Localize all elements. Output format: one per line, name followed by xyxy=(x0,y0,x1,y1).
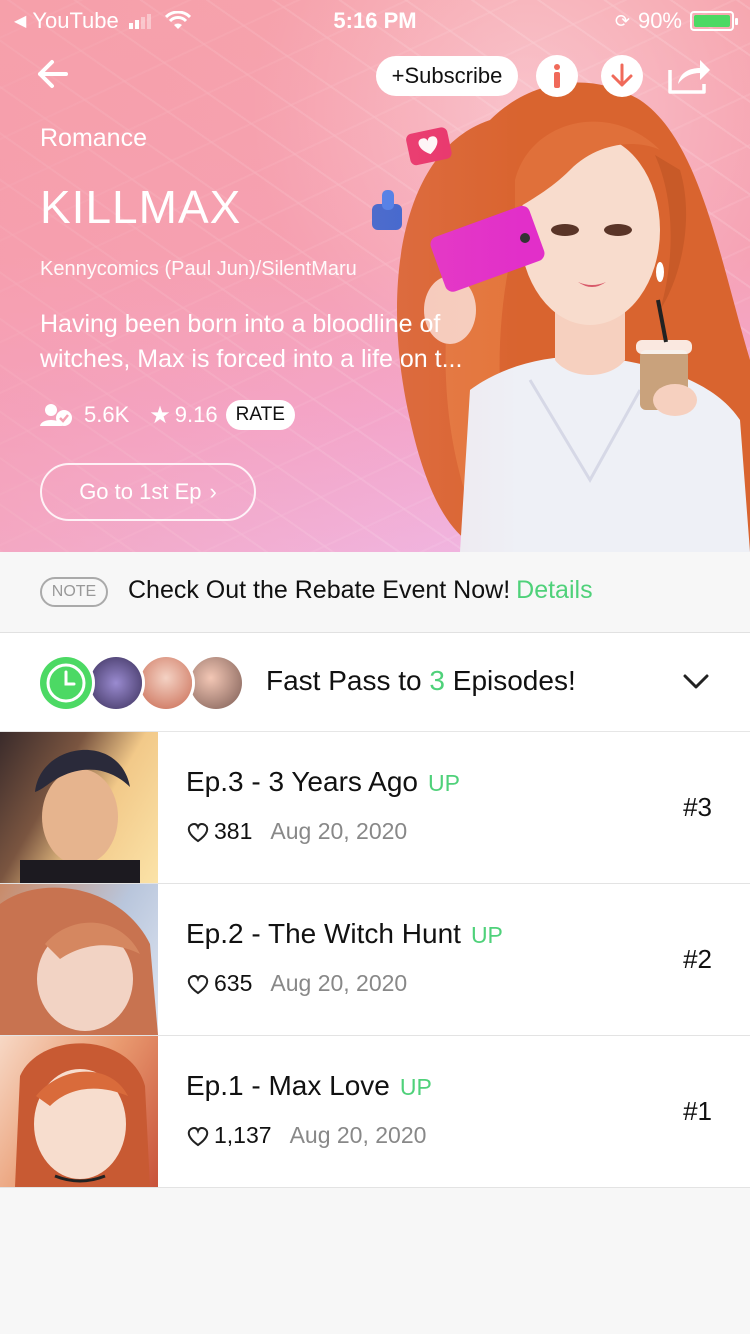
episode-meta: 635 Aug 20, 2020 xyxy=(186,970,407,997)
back-arrow-icon[interactable] xyxy=(32,52,76,96)
episode-avatar-1 xyxy=(90,657,142,709)
up-badge: UP xyxy=(470,922,503,948)
genre-label: Romance xyxy=(40,124,147,152)
episode-row-3[interactable]: Ep.3 - 3 Years Ago UP 381 Aug 20, 2020 #3 xyxy=(0,732,750,884)
rating-value: 9.16 xyxy=(174,402,218,427)
go-to-first-episode-button[interactable]: Go to 1st Ep › xyxy=(40,463,256,521)
go-to-first-episode-label: Go to 1st Ep xyxy=(79,479,202,504)
up-badge: UP xyxy=(399,1074,432,1100)
fast-pass-clock-icon xyxy=(40,657,92,709)
episode-thumbnail xyxy=(0,732,158,883)
episode-number: #1 xyxy=(683,1096,712,1126)
episode-meta: 381 Aug 20, 2020 xyxy=(186,818,407,845)
subscriber-count: 5.6K xyxy=(84,402,130,427)
episode-title-text: Ep.1 - Max Love xyxy=(186,1070,390,1101)
like-count: 1,137 xyxy=(214,1122,272,1148)
fast-pass-prefix: Fast Pass to xyxy=(266,665,430,696)
episode-row-2[interactable]: Ep.2 - The Witch Hunt UP 635 Aug 20, 2020… xyxy=(0,884,750,1036)
star-icon: ★ xyxy=(149,401,171,429)
fast-pass-suffix: Episodes! xyxy=(444,665,576,696)
subscribe-button[interactable]: +Subscribe xyxy=(376,56,518,96)
download-button[interactable] xyxy=(601,55,643,97)
battery-icon xyxy=(690,11,738,31)
heart-icon xyxy=(187,822,209,842)
heart-icon xyxy=(187,974,209,994)
like-count: 635 xyxy=(214,970,253,996)
episode-thumbnail xyxy=(0,1036,158,1187)
episode-title: Ep.1 - Max Love UP xyxy=(186,1070,432,1102)
episode-date: Aug 20, 2020 xyxy=(270,970,408,996)
episode-number: #3 xyxy=(683,792,712,822)
details-link[interactable]: Details xyxy=(516,576,592,604)
episode-avatar-2 xyxy=(140,657,192,709)
notice-message: Check Out the Rebate Event Now! Details xyxy=(128,576,593,605)
status-bar: ◀ YouTube 5:16 PM ⟳ 90% xyxy=(0,0,750,40)
battery-percent: 90% xyxy=(637,8,682,33)
episode-number: #2 xyxy=(683,944,712,974)
episode-title: Ep.3 - 3 Years Ago UP xyxy=(186,766,460,798)
episode-row-1[interactable]: Ep.1 - Max Love UP 1,137 Aug 20, 2020 #1 xyxy=(0,1036,750,1188)
comic-description[interactable]: Having been born into a bloodline of wit… xyxy=(40,307,510,377)
episode-date: Aug 20, 2020 xyxy=(289,1122,427,1148)
notice-bar[interactable]: NOTE Check Out the Rebate Event Now! Deta… xyxy=(0,552,750,633)
episode-title-text: Ep.2 - The Witch Hunt xyxy=(186,918,461,949)
up-badge: UP xyxy=(427,770,460,796)
fast-pass-count: 3 xyxy=(429,665,445,696)
rate-button[interactable]: RATE xyxy=(225,400,295,430)
stats-row: 5.6K ★ 9.16 RATE xyxy=(40,400,295,430)
note-tag: NOTE xyxy=(40,577,108,607)
like-count: 381 xyxy=(214,818,253,844)
episode-thumbnail xyxy=(0,884,158,1035)
rotation-lock-icon: ⟳ xyxy=(614,10,630,31)
fast-pass-text: Fast Pass to 3 Episodes! xyxy=(266,665,576,697)
fast-pass-row[interactable]: Fast Pass to 3 Episodes! xyxy=(0,633,750,732)
chevron-down-icon[interactable] xyxy=(683,673,709,691)
share-icon[interactable] xyxy=(664,56,712,96)
episode-avatar-3 xyxy=(190,657,242,709)
subscribers-icon xyxy=(40,404,72,426)
episode-title-text: Ep.3 - 3 Years Ago xyxy=(186,766,418,797)
episode-date: Aug 20, 2020 xyxy=(270,818,408,844)
download-icon xyxy=(611,63,633,87)
chevron-right-icon: › xyxy=(209,479,217,504)
notice-text: Check Out the Rebate Event Now! xyxy=(128,576,511,604)
comic-hero-banner: ◀ YouTube 5:16 PM ⟳ 90% +Subscribe Roman… xyxy=(0,0,750,552)
heart-icon xyxy=(187,1126,209,1146)
episode-meta: 1,137 Aug 20, 2020 xyxy=(186,1122,426,1149)
info-icon xyxy=(554,64,560,88)
comic-title: KILLMAX xyxy=(40,181,242,233)
info-button[interactable] xyxy=(536,55,578,97)
author-label: Kennycomics (Paul Jun)/SilentMaru xyxy=(40,258,357,280)
episode-title: Ep.2 - The Witch Hunt UP xyxy=(186,918,503,950)
